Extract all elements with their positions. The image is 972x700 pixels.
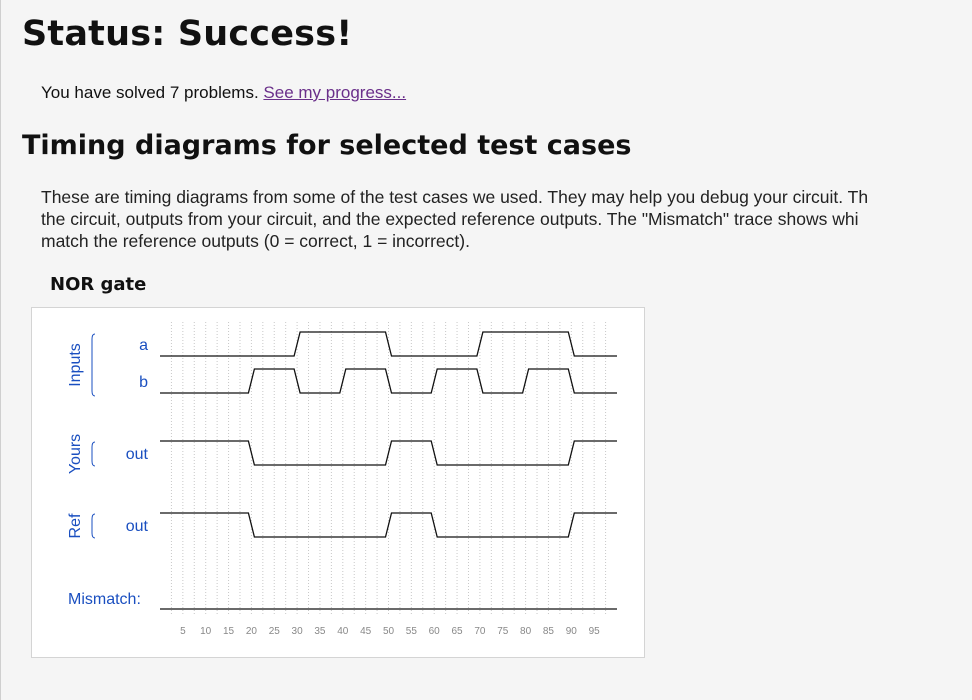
waveform-trace	[160, 512, 617, 538]
time-tick-label: 20	[246, 626, 258, 637]
waveform-trace	[160, 368, 617, 394]
ref-group-label: Ref	[67, 513, 84, 538]
time-tick-label: 70	[474, 626, 486, 637]
time-tick-label: 5	[180, 626, 186, 637]
yours-group-bracket	[91, 441, 96, 467]
time-tick-label: 45	[360, 626, 372, 637]
signal-label-inputs-b: b	[139, 374, 148, 391]
page-left-border	[0, 0, 1, 700]
time-tick-label: 40	[337, 626, 349, 637]
yours-group-label: Yours	[67, 434, 84, 474]
signal-label-inputs-a: a	[139, 337, 148, 354]
description-line: the circuit, outputs from your circuit, …	[41, 209, 859, 229]
time-tick-label: 65	[451, 626, 463, 637]
inputs-group-bracket	[91, 333, 96, 397]
waveform-trace	[160, 440, 617, 466]
time-tick-label: 75	[497, 626, 509, 637]
time-tick-label: 55	[406, 626, 418, 637]
see-progress-link[interactable]: See my progress...	[263, 83, 406, 102]
time-tick-label: 50	[383, 626, 395, 637]
time-tick-label: 35	[314, 626, 326, 637]
progress-text: You have solved 7 problems.	[41, 83, 259, 102]
status-heading: Status: Success!	[22, 14, 353, 54]
time-tick-label: 80	[520, 626, 532, 637]
signal-label-yours-out: out	[126, 446, 149, 463]
test-case-title: NOR gate	[50, 274, 147, 295]
time-tick-label: 95	[589, 626, 601, 637]
time-tick-label: 85	[543, 626, 555, 637]
timing-description: These are timing diagrams from some of t…	[41, 186, 972, 252]
time-tick-label: 10	[200, 626, 212, 637]
inputs-group-label: Inputs	[67, 343, 84, 387]
description-line: match the reference outputs (0 = correct…	[41, 231, 470, 251]
timing-heading: Timing diagrams for selected test cases	[22, 130, 632, 161]
timing-diagram-svg: a b out out Inputs Yours Ref Mismatch: 5 10 15 20 25…	[67, 322, 617, 637]
description-line: These are timing diagrams from some of t…	[41, 187, 869, 207]
time-tick-label: 90	[566, 626, 578, 637]
timing-diagram: a b out out Inputs Yours Ref Mismatch: 5 10 15 20 25…	[31, 307, 645, 658]
time-tick-label: 15	[223, 626, 235, 637]
progress-line: You have solved 7 problems. See my progr…	[41, 83, 406, 103]
time-tick-label: 30	[292, 626, 304, 637]
ref-group-bracket	[91, 513, 96, 539]
time-tick-label: 60	[429, 626, 441, 637]
signal-label-ref-out: out	[126, 518, 149, 535]
mismatch-label: Mismatch:	[68, 591, 141, 608]
time-tick-label: 25	[269, 626, 281, 637]
